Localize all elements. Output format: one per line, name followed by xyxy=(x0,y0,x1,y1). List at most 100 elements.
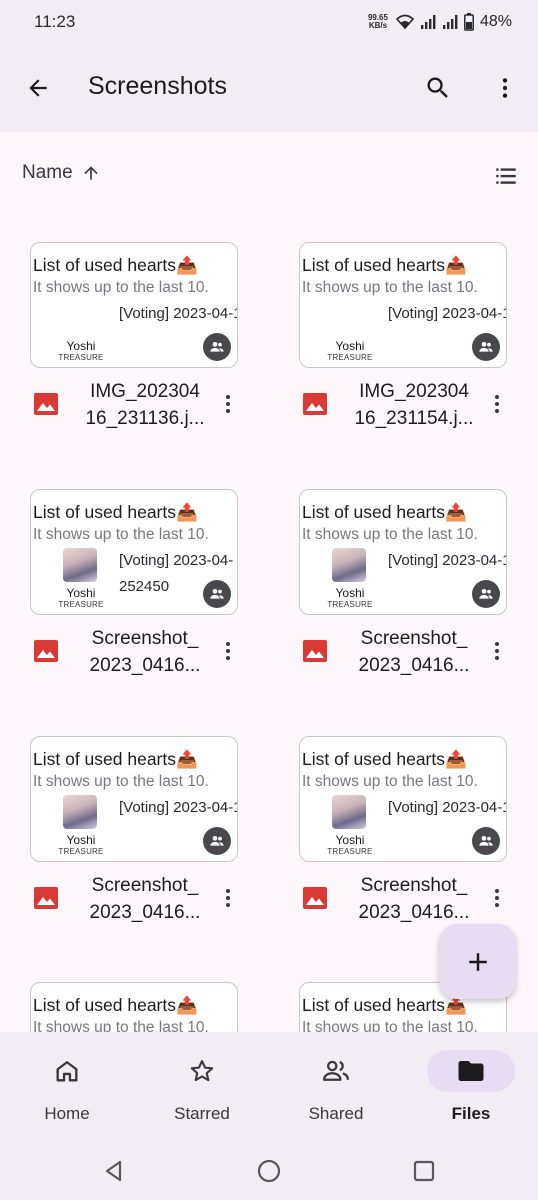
file-card[interactable]: List of used hearts📤 It shows up to the l… xyxy=(30,242,260,482)
file-card[interactable]: List of used hearts📤 It shows up to the l… xyxy=(30,982,260,1032)
nav-files-label: Files xyxy=(451,1104,491,1123)
more-vert-icon xyxy=(226,395,230,413)
list-view-button[interactable] xyxy=(482,152,530,200)
home-icon xyxy=(56,1061,78,1082)
thumbnail-title: List of used hearts📤 xyxy=(302,749,467,769)
nav-home-indicator xyxy=(35,1050,99,1092)
file-name: Screenshot_ 2023_0416... xyxy=(80,872,210,926)
file-name-line-1: Screenshot_ xyxy=(360,628,468,649)
nav-home[interactable]: Home xyxy=(7,1046,127,1132)
nav-starred-indicator xyxy=(170,1050,234,1092)
shared-badge xyxy=(472,827,500,855)
status-time: 11:23 xyxy=(34,12,76,31)
more-vert-icon xyxy=(226,642,230,660)
file-name-line-1: Screenshot_ xyxy=(360,875,468,896)
system-home-button[interactable] xyxy=(245,1150,293,1192)
thumbnail-name: Yoshi xyxy=(66,586,96,600)
thumbnail-title: List of used hearts📤 xyxy=(33,502,198,522)
nav-files[interactable]: Files xyxy=(411,1046,531,1132)
thumbnail-subtitle: It shows up to the last 10. xyxy=(33,279,209,296)
file-name-line-2: 16_231136.j... xyxy=(85,408,205,429)
nav-shared-indicator xyxy=(304,1050,368,1092)
file-name-line-2: 2023_0416... xyxy=(89,902,201,923)
system-back-button[interactable] xyxy=(90,1150,138,1192)
thumbnail-group: TREASURE xyxy=(327,847,373,856)
signal-icon xyxy=(420,14,436,30)
nav-starred-label: Starred xyxy=(174,1104,230,1123)
thumbnail-group: TREASURE xyxy=(58,600,104,609)
file-card[interactable]: List of used hearts📤 It shows up to the l… xyxy=(299,489,529,729)
shared-badge xyxy=(203,827,231,855)
folder-icon xyxy=(458,1061,484,1081)
thumbnail-voting-text: [Voting] 2023-04-16 xyxy=(388,552,507,569)
square-recents-icon xyxy=(413,1160,435,1182)
people-icon xyxy=(479,589,493,599)
file-more-options-button[interactable] xyxy=(204,627,252,675)
thumbnail-voting-text: [Voting] 2023-04-1 xyxy=(119,799,238,816)
file-name: IMG_202304 16_231154.j... xyxy=(349,378,479,432)
star-icon xyxy=(190,1060,214,1082)
file-more-options-button[interactable] xyxy=(473,874,521,922)
sort-by-name-button[interactable]: Name xyxy=(22,162,101,184)
wifi-icon xyxy=(395,14,414,30)
file-name-line-1: IMG_202304 xyxy=(90,381,200,402)
more-vert-icon xyxy=(226,889,230,907)
file-name-line-1: Screenshot_ xyxy=(91,875,199,896)
search-icon xyxy=(427,77,448,98)
battery-percent: 48% xyxy=(479,13,512,30)
thumbnail-voting-text: [Voting] 2023-04-1 xyxy=(388,305,507,322)
more-vert-icon xyxy=(495,642,499,660)
image-file-icon xyxy=(34,639,58,663)
thumbnail-subtitle: It shows up to the last 10. xyxy=(33,1019,209,1032)
thumbnail-group: TREASURE xyxy=(58,353,104,362)
avatar xyxy=(63,795,97,829)
file-thumbnail: List of used hearts📤 It shows up to the l… xyxy=(299,242,507,368)
avatar xyxy=(63,548,97,582)
back-button[interactable] xyxy=(14,64,62,112)
thumbnail-voting-text: [Voting] 2023-04-1 xyxy=(119,305,238,322)
status-icons: 99.65 KB/s 48% xyxy=(368,13,512,31)
thumbnail-group: TREASURE xyxy=(327,600,373,609)
nav-files-indicator xyxy=(427,1050,515,1092)
file-name-line-2: 2023_0416... xyxy=(358,655,470,676)
file-thumbnail: List of used hearts📤 It shows up to the l… xyxy=(30,242,238,368)
file-thumbnail: List of used hearts📤 It shows up to the l… xyxy=(30,982,238,1032)
file-name-line-2: 16_231154.j... xyxy=(354,408,474,429)
more-options-button[interactable] xyxy=(481,64,529,112)
network-speed-unit: KB/s xyxy=(368,21,388,30)
arrow-back-icon xyxy=(29,79,47,97)
thumbnail-title: List of used hearts📤 xyxy=(302,502,467,522)
thumbnail-group: TREASURE xyxy=(58,847,104,856)
image-file-icon xyxy=(34,886,58,910)
thumbnail-subtitle: It shows up to the last 10. xyxy=(302,279,478,296)
file-card[interactable]: List of used hearts📤 It shows up to the l… xyxy=(299,242,529,482)
shared-badge xyxy=(203,333,231,361)
list-view-icon xyxy=(496,168,516,184)
thumbnail-name: Yoshi xyxy=(335,833,365,847)
nav-starred[interactable]: Starred xyxy=(142,1046,262,1132)
file-more-options-button[interactable] xyxy=(204,874,252,922)
people-icon xyxy=(210,836,224,846)
file-more-options-button[interactable] xyxy=(473,627,521,675)
thumbnail-name: Yoshi xyxy=(66,339,96,353)
thumbnail-subtitle: It shows up to the last 10. xyxy=(33,773,209,790)
add-fab-button[interactable] xyxy=(439,924,516,999)
app-bar: Screenshots xyxy=(0,44,538,132)
nav-home-label: Home xyxy=(44,1104,90,1123)
file-name: Screenshot_ 2023_0416... xyxy=(80,625,210,679)
thumbnail-group: TREASURE xyxy=(327,353,373,362)
status-bar: 11:23 99.65 KB/s 48% xyxy=(0,0,538,44)
file-card[interactable]: List of used hearts📤 It shows up to the l… xyxy=(30,736,260,976)
file-thumbnail: List of used hearts📤 It shows up to the l… xyxy=(299,736,507,862)
file-more-options-button[interactable] xyxy=(473,380,521,428)
file-more-options-button[interactable] xyxy=(204,380,252,428)
file-name-line-2: 2023_0416... xyxy=(358,902,470,923)
bottom-navigation: Home Starred Shared Files xyxy=(0,1032,538,1142)
file-grid: List of used hearts📤 It shows up to the l… xyxy=(0,200,538,1032)
battery-icon xyxy=(464,13,474,31)
search-button[interactable] xyxy=(414,64,462,112)
file-card[interactable]: List of used hearts📤 It shows up to the l… xyxy=(30,489,260,729)
system-recents-button[interactable] xyxy=(400,1150,448,1192)
system-navigation-bar xyxy=(0,1142,538,1200)
nav-shared[interactable]: Shared xyxy=(276,1046,396,1132)
